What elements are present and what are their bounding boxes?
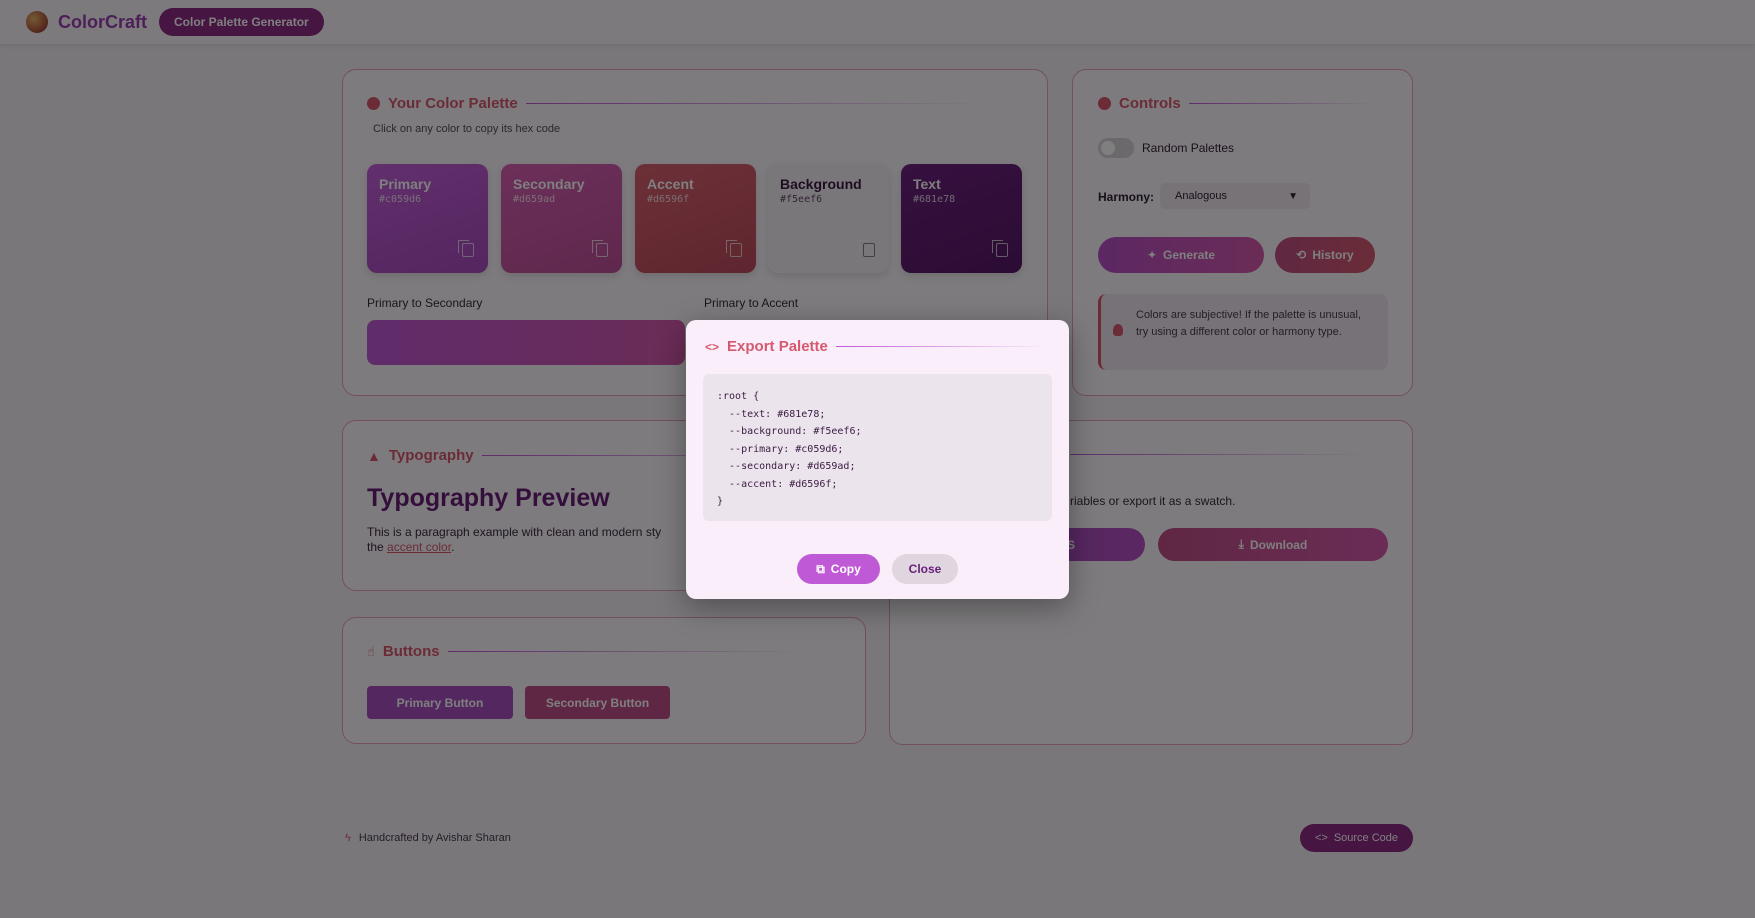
export-palette-modal: <> Export Palette :root { --text: #681e7… bbox=[686, 320, 1069, 599]
code-icon: <> bbox=[705, 339, 720, 354]
modal-title: <> Export Palette bbox=[705, 338, 1046, 355]
close-button[interactable]: Close bbox=[892, 554, 958, 584]
copy-label: Copy bbox=[830, 562, 861, 576]
css-code-block[interactable]: :root { --text: #681e78; --background: #… bbox=[703, 374, 1052, 521]
copy-button[interactable]: ⧉ Copy bbox=[797, 554, 880, 584]
modal-title-text: Export Palette bbox=[727, 338, 828, 355]
copy-icon: ⧉ bbox=[816, 561, 825, 576]
